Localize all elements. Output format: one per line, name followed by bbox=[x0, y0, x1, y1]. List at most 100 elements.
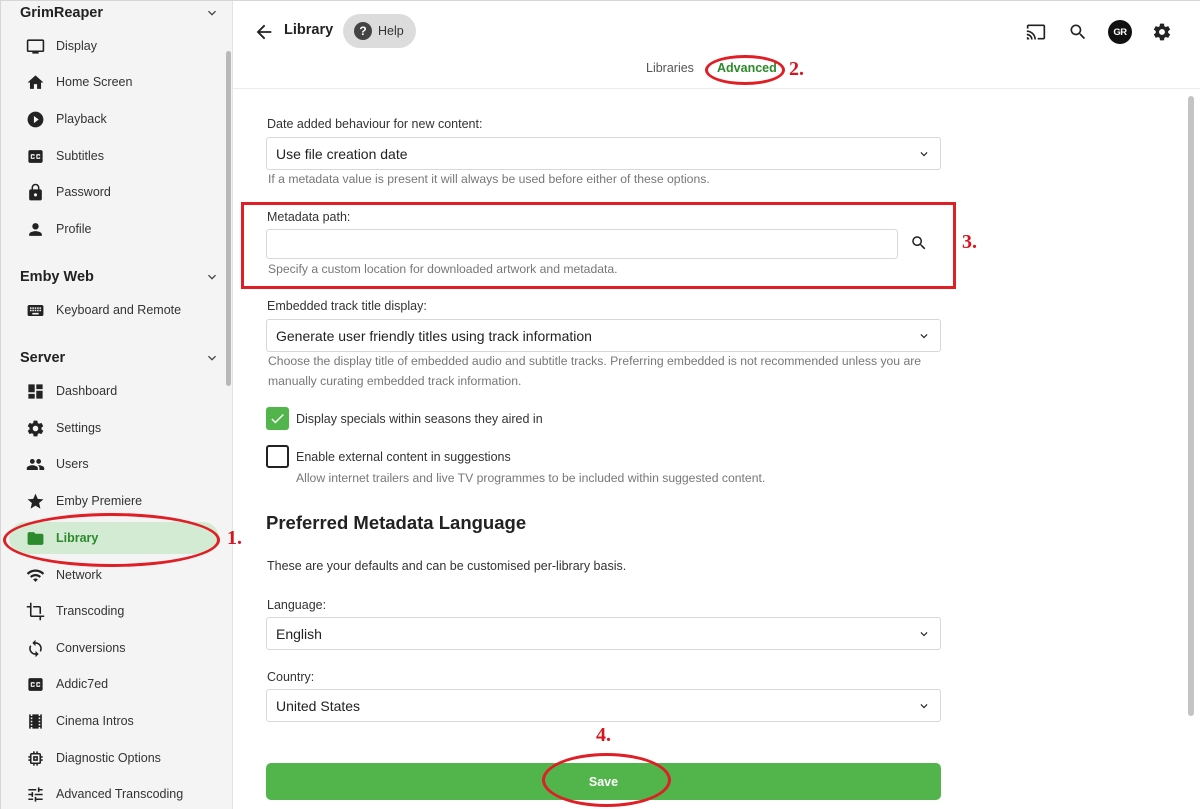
annotation-box-metadata-path bbox=[241, 202, 956, 289]
section-title: Emby Web bbox=[20, 269, 94, 285]
tab-libraries[interactable]: Libraries bbox=[646, 61, 694, 75]
sidebar-item-addic7ed[interactable]: Addic7ed bbox=[9, 668, 219, 700]
help-button[interactable]: ? Help bbox=[343, 14, 416, 48]
language-value: English bbox=[276, 625, 322, 642]
annotation-step-4: 4. bbox=[596, 724, 611, 746]
annotation-step-3: 3. bbox=[962, 231, 977, 253]
sidebar-item-label: Subtitles bbox=[56, 149, 104, 163]
sidebar-section-server[interactable]: Server bbox=[20, 346, 220, 370]
chevron-down-icon bbox=[920, 704, 928, 709]
monitor-icon bbox=[25, 36, 45, 56]
annotation-ellipse-library bbox=[3, 513, 220, 567]
chevron-down-icon bbox=[920, 632, 928, 637]
external-content-label: Enable external content in suggestions bbox=[296, 450, 511, 464]
tune-icon bbox=[25, 784, 45, 804]
app-window: GrimReaper Display Home Screen Playback … bbox=[0, 0, 1200, 809]
sidebar-item-playback[interactable]: Playback bbox=[9, 103, 219, 135]
sidebar-item-label: Password bbox=[56, 185, 111, 199]
specials-label: Display specials within seasons they air… bbox=[296, 412, 543, 426]
sidebar-item-profile[interactable]: Profile bbox=[9, 213, 219, 245]
gear-icon bbox=[25, 418, 45, 438]
sidebar-item-conversions[interactable]: Conversions bbox=[9, 632, 219, 664]
sidebar-scrollbar[interactable] bbox=[226, 51, 231, 386]
sidebar-item-dashboard[interactable]: Dashboard bbox=[9, 375, 219, 407]
annotation-step-1: 1. bbox=[227, 527, 242, 549]
help-label: Help bbox=[378, 24, 404, 38]
lock-icon bbox=[25, 182, 45, 202]
chevron-down-icon bbox=[920, 334, 928, 339]
sidebar: GrimReaper Display Home Screen Playback … bbox=[1, 1, 233, 809]
settings-icon[interactable] bbox=[1151, 21, 1173, 43]
external-content-checkbox[interactable] bbox=[266, 445, 289, 468]
play-circle-icon bbox=[25, 109, 45, 129]
sidebar-item-label: Addic7ed bbox=[56, 677, 109, 691]
language-label: Language: bbox=[267, 598, 327, 612]
country-select[interactable]: United States bbox=[266, 689, 941, 722]
sidebar-section-user[interactable]: GrimReaper bbox=[20, 1, 220, 25]
sidebar-item-settings[interactable]: Settings bbox=[9, 412, 219, 444]
annotation-step-2: 2. bbox=[789, 58, 804, 80]
sidebar-section-emby-web[interactable]: Emby Web bbox=[20, 265, 220, 289]
sidebar-item-label: Profile bbox=[56, 222, 92, 236]
cast-icon[interactable] bbox=[1025, 21, 1047, 43]
country-label: Country: bbox=[267, 670, 315, 684]
date-added-value: Use file creation date bbox=[276, 145, 408, 162]
sidebar-item-advanced-transcoding[interactable]: Advanced Transcoding bbox=[9, 778, 219, 809]
sidebar-item-label: Settings bbox=[56, 421, 102, 435]
avatar[interactable]: GR bbox=[1108, 20, 1132, 44]
sidebar-item-label: Cinema Intros bbox=[56, 714, 134, 728]
country-value: United States bbox=[276, 697, 361, 714]
sidebar-item-label: Keyboard and Remote bbox=[56, 303, 182, 317]
date-added-help: If a metadata value is present it will a… bbox=[268, 172, 710, 186]
track-title-value: Generate user friendly titles using trac… bbox=[276, 327, 592, 344]
sidebar-item-label: Transcoding bbox=[56, 604, 125, 618]
chevron-down-icon bbox=[208, 10, 216, 16]
sync-icon bbox=[25, 638, 45, 658]
main-scrollbar[interactable] bbox=[1188, 96, 1194, 716]
section-title: Server bbox=[20, 350, 66, 366]
date-added-select[interactable]: Use file creation date bbox=[266, 137, 941, 170]
specials-checkbox[interactable] bbox=[266, 407, 289, 430]
page-title: Library bbox=[284, 22, 334, 38]
home-icon bbox=[25, 72, 45, 92]
cc-icon bbox=[25, 674, 45, 694]
keyboard-icon bbox=[25, 300, 45, 320]
sidebar-item-transcoding[interactable]: Transcoding bbox=[9, 595, 219, 627]
sidebar-item-password[interactable]: Password bbox=[9, 176, 219, 208]
annotation-ellipse-advanced bbox=[705, 55, 785, 85]
sidebar-item-label: Playback bbox=[56, 112, 107, 126]
chevron-down-icon bbox=[208, 355, 216, 361]
language-select[interactable]: English bbox=[266, 617, 941, 650]
track-title-help-1: Choose the display title of embedded aud… bbox=[268, 354, 922, 368]
help-icon: ? bbox=[354, 22, 372, 40]
back-arrow-icon[interactable] bbox=[253, 21, 275, 43]
chip-icon bbox=[25, 748, 45, 768]
film-icon bbox=[25, 711, 45, 731]
sidebar-item-users[interactable]: Users bbox=[9, 448, 219, 480]
sidebar-item-display[interactable]: Display bbox=[9, 30, 219, 62]
sidebar-item-home-screen[interactable]: Home Screen bbox=[9, 66, 219, 98]
track-title-help-2: manually curating embedded track informa… bbox=[268, 374, 522, 388]
date-added-label: Date added behaviour for new content: bbox=[267, 117, 483, 131]
wifi-icon bbox=[25, 565, 45, 585]
track-title-label: Embedded track title display: bbox=[267, 299, 427, 313]
sidebar-item-label: Dashboard bbox=[56, 384, 118, 398]
chevron-down-icon bbox=[920, 152, 928, 157]
sidebar-item-label: Users bbox=[56, 457, 89, 471]
search-icon[interactable] bbox=[1067, 21, 1089, 43]
sidebar-item-cinema-intros[interactable]: Cinema Intros bbox=[9, 705, 219, 737]
crop-icon bbox=[25, 601, 45, 621]
sidebar-item-keyboard-remote[interactable]: Keyboard and Remote bbox=[9, 294, 219, 326]
sidebar-item-diagnostic-options[interactable]: Diagnostic Options bbox=[9, 742, 219, 774]
sidebar-item-label: Diagnostic Options bbox=[56, 751, 161, 765]
cc-icon bbox=[25, 146, 45, 166]
metadata-language-heading: Preferred Metadata Language bbox=[266, 512, 527, 533]
sidebar-item-subtitles[interactable]: Subtitles bbox=[9, 140, 219, 172]
track-title-select[interactable]: Generate user friendly titles using trac… bbox=[266, 319, 941, 352]
sidebar-item-label: Network bbox=[56, 568, 102, 582]
annotation-ellipse-save bbox=[542, 753, 671, 807]
external-content-help: Allow internet trailers and live TV prog… bbox=[296, 471, 766, 485]
sidebar-item-label: Advanced Transcoding bbox=[56, 787, 184, 801]
chevron-down-icon bbox=[208, 274, 216, 280]
users-icon bbox=[25, 454, 45, 474]
